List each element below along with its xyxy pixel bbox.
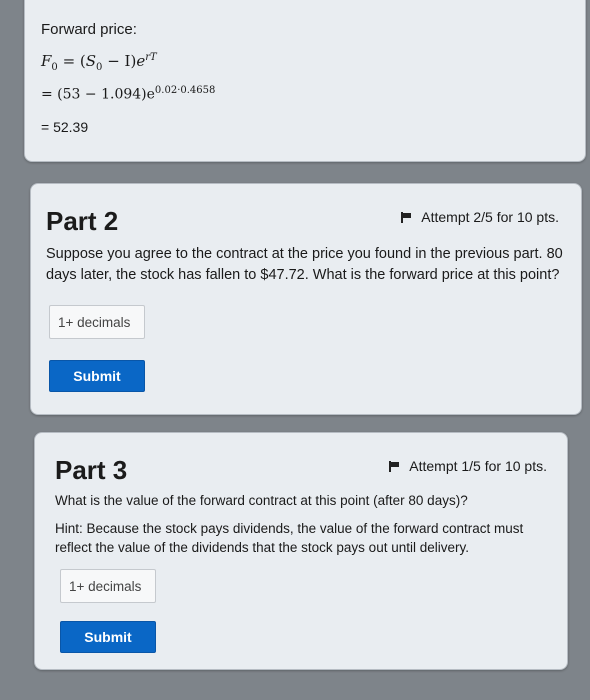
flag-icon bbox=[389, 460, 401, 472]
forward-price-substitution: = (53 − 1.094)e0.02·0.4658 bbox=[41, 85, 215, 103]
part3-attempt: Attempt 1/5 for 10 pts. bbox=[389, 458, 547, 474]
part2-attempt-text: Attempt 2/5 for 10 pts. bbox=[421, 209, 559, 225]
part2-card: Part 2 Attempt 2/5 for 10 pts. Suppose y… bbox=[30, 183, 582, 415]
substitution-base: = (53 − 1.094)e bbox=[41, 86, 155, 103]
part3-hint: Hint: Because the stock pays dividends, … bbox=[55, 521, 524, 555]
forward-price-result: = 52.39 bbox=[41, 119, 89, 135]
part2-title: Part 2 bbox=[46, 206, 119, 236]
forward-price-formula: F0 = (S0 − I)erT bbox=[41, 52, 157, 73]
part2-attempt: Attempt 2/5 for 10 pts. bbox=[401, 209, 559, 225]
substitution-exponent: 0.02·0.4658 bbox=[154, 85, 216, 96]
formula-open: = ( bbox=[57, 52, 86, 70]
formula-exponent: rT bbox=[145, 52, 157, 63]
part2-question: Suppose you agree to the contract at the… bbox=[46, 246, 563, 283]
formula-e: e bbox=[136, 52, 146, 70]
part3-answer-input[interactable] bbox=[60, 569, 156, 603]
forward-price-card: Forward price: F0 = (S0 − I)erT = (53 − … bbox=[24, 0, 586, 162]
part3-attempt-text: Attempt 1/5 for 10 pts. bbox=[409, 458, 547, 474]
formula-minus-i: − I) bbox=[102, 52, 137, 70]
forward-price-label: Forward price: bbox=[41, 21, 137, 38]
flag-icon bbox=[401, 211, 413, 223]
formula-s: S bbox=[85, 52, 97, 70]
part3-card: Part 3 Attempt 1/5 for 10 pts. What is t… bbox=[34, 432, 568, 670]
part3-submit-button[interactable]: Submit bbox=[60, 621, 156, 653]
part2-submit-button[interactable]: Submit bbox=[49, 360, 145, 392]
formula-f: F bbox=[41, 52, 52, 70]
part3-title: Part 3 bbox=[55, 455, 128, 485]
part2-answer-input[interactable] bbox=[49, 305, 145, 339]
part3-question: What is the value of the forward contrac… bbox=[55, 493, 468, 508]
